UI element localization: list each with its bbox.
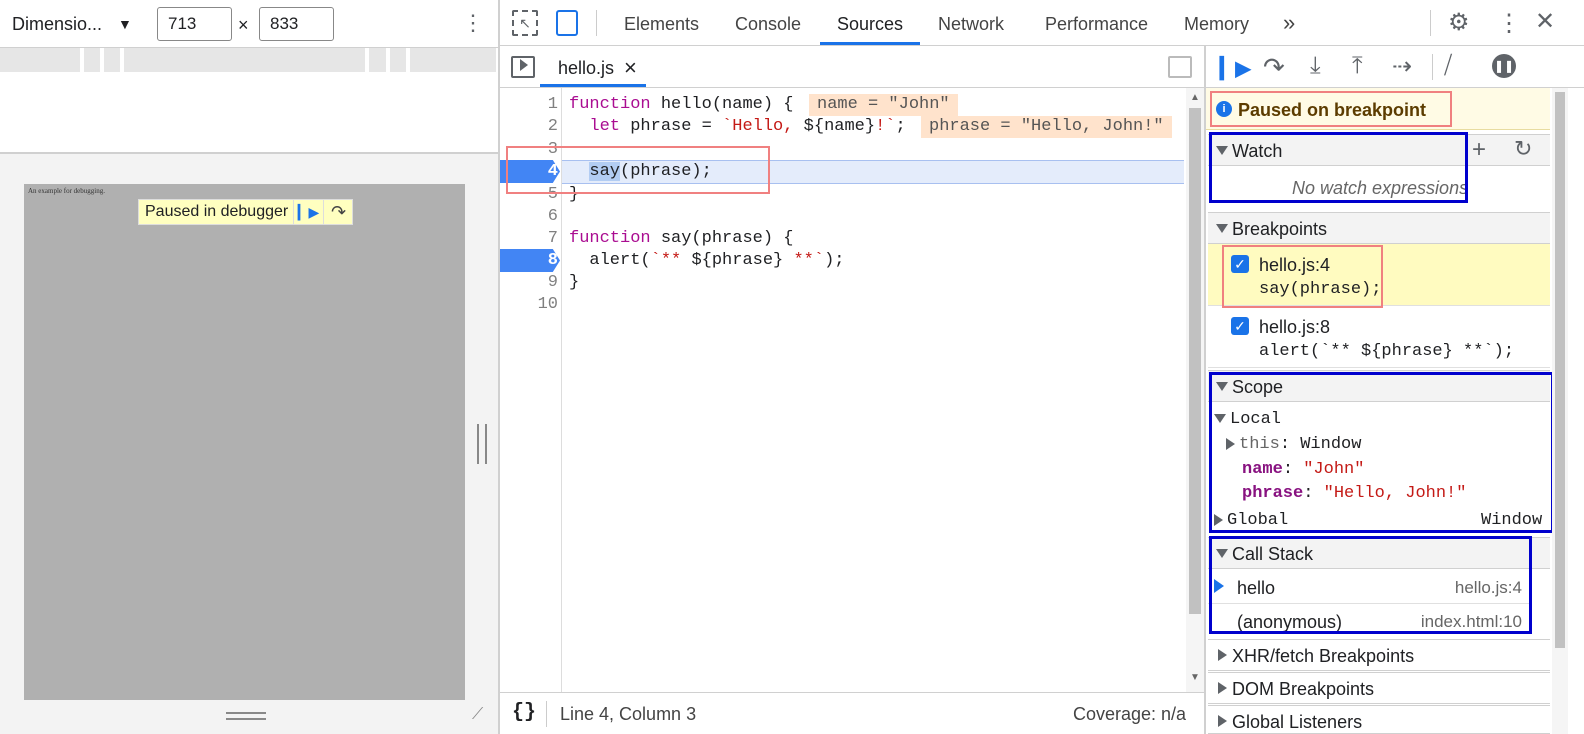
code-line-2[interactable]: let phrase = `Hello, ${name}!`;: [569, 117, 905, 136]
annotation-highlight-paused: [1210, 91, 1452, 127]
annotation-highlight-callstack: [1209, 536, 1532, 634]
annotation-highlight-watch: [1209, 132, 1468, 203]
times-sign: ×: [238, 15, 249, 35]
step-icon[interactable]: ⇢: [1392, 52, 1412, 81]
code-line-9[interactable]: }: [569, 273, 579, 292]
line-number: 10: [537, 295, 558, 314]
collapse-icon: [1218, 682, 1227, 694]
collapse-icon: [1218, 649, 1227, 661]
device-toggle-icon[interactable]: [556, 10, 578, 36]
step-over-icon[interactable]: ↷: [1263, 52, 1285, 83]
line-number: 2: [547, 117, 558, 136]
line-number: 1: [547, 95, 558, 114]
editor-tabbar: hello.js ×: [500, 46, 1206, 88]
tab-network[interactable]: Network: [938, 14, 1004, 35]
device-toolbar: Dimensio... ▼ 713 × 833 ⋮: [0, 0, 498, 48]
editor-scrollbar-thumb[interactable]: [1189, 108, 1201, 614]
breakpoint-file: hello.js:8: [1259, 317, 1331, 337]
resize-handle-right[interactable]: [477, 424, 487, 464]
tab-memory[interactable]: Memory: [1184, 14, 1249, 35]
close-devtools-icon[interactable]: ✕: [1535, 7, 1555, 36]
line-number: 8: [547, 251, 558, 270]
file-tab-hello-js[interactable]: hello.js: [558, 58, 614, 79]
customize-menu-icon[interactable]: ⋮: [1497, 9, 1521, 38]
refresh-watch-icon[interactable]: ↻: [1514, 136, 1532, 162]
inspect-element-icon[interactable]: ↖: [512, 10, 538, 36]
breakpoint-item[interactable]: ✓ hello.js:8 alert(`** ${phrase} **`);: [1208, 306, 1550, 368]
tab-performance[interactable]: Performance: [1045, 14, 1148, 35]
resume-icon[interactable]: ▎▶: [1220, 56, 1251, 81]
pretty-print-icon[interactable]: {}: [512, 701, 536, 724]
chevron-down-icon[interactable]: ▼: [118, 16, 132, 32]
step-out-icon[interactable]: ⤒: [1352, 52, 1363, 80]
breakpoint-checkbox[interactable]: ✓: [1231, 317, 1249, 335]
cursor-position: Line 4, Column 3: [560, 704, 697, 724]
add-watch-icon[interactable]: +: [1472, 136, 1486, 164]
resize-handle-bottom[interactable]: [226, 712, 266, 720]
line-number: 7: [547, 229, 558, 248]
tab-sources[interactable]: Sources: [837, 14, 903, 35]
annotation-highlight-line-4: [506, 146, 770, 194]
tab-elements[interactable]: Elements: [624, 14, 699, 35]
line-number: 9: [547, 273, 558, 292]
coverage-status: Coverage: n/a: [1073, 704, 1187, 724]
paused-overlay-label: Paused in debugger: [145, 203, 289, 220]
pause-on-exceptions-icon[interactable]: ❚❚: [1492, 54, 1516, 78]
more-options-icon[interactable]: ⋮: [462, 10, 484, 36]
page-text: An example for debugging.: [28, 187, 105, 195]
code-line-8[interactable]: alert(`** ${phrase} **`);: [569, 251, 844, 270]
toggle-debugger-icon[interactable]: [1168, 56, 1192, 78]
breakpoints-section-header[interactable]: Breakpoints: [1208, 212, 1550, 244]
active-tab-indicator: [820, 42, 920, 45]
editor-scrollbar[interactable]: ▲ ▼: [1186, 88, 1204, 692]
line-number: 6: [547, 207, 558, 226]
code-line-7[interactable]: function say(phrase) {: [569, 229, 793, 248]
resize-corner-icon[interactable]: ⟋: [472, 706, 492, 726]
inline-value-phrase: phrase = "Hello, John!": [921, 116, 1172, 138]
editor-statusbar: {} Line 4, Column 3 Coverage: n/a: [500, 692, 1206, 734]
resume-icon[interactable]: ▎▶: [293, 200, 323, 224]
emulated-page[interactable]: An example for debugging.: [24, 184, 465, 700]
expand-icon: [1216, 224, 1228, 233]
file-tab-underline: [540, 84, 646, 87]
collapse-icon: [1218, 715, 1227, 727]
xhr-breakpoints-section-header[interactable]: XHR/fetch Breakpoints: [1208, 639, 1550, 671]
breakpoint-code: alert(`** ${phrase} **`);: [1259, 342, 1515, 361]
height-input[interactable]: 833: [259, 7, 334, 41]
editor-debugger-divider[interactable]: [1204, 46, 1206, 734]
step-into-icon[interactable]: ⤓: [1310, 52, 1321, 80]
sidebar-scrollbar[interactable]: [1552, 88, 1568, 734]
dom-breakpoints-section-header[interactable]: DOM Breakpoints: [1208, 672, 1550, 704]
step-over-icon[interactable]: ↷: [323, 200, 353, 224]
tab-console[interactable]: Console: [735, 14, 801, 35]
debugger-toolbar: ▎▶ ↷ ⤓ ⤒ ⇢ ⧸ ❚❚: [1206, 46, 1584, 88]
media-query-bar[interactable]: [0, 48, 496, 72]
deactivate-breakpoints-icon[interactable]: ⧸: [1444, 52, 1452, 80]
settings-gear-icon[interactable]: ⚙: [1448, 8, 1470, 37]
code-line-1[interactable]: function hello(name) {: [569, 95, 793, 114]
annotation-highlight-scope: [1209, 372, 1554, 533]
close-file-tab-icon[interactable]: ×: [624, 55, 637, 81]
inline-value-name: name = "John": [809, 94, 958, 116]
width-input[interactable]: 713: [157, 7, 232, 41]
sidebar-scrollbar-thumb[interactable]: [1555, 92, 1565, 648]
dimensions-dropdown[interactable]: Dimensio...: [12, 14, 102, 35]
annotation-highlight-breakpoint: [1222, 245, 1383, 308]
more-tabs-icon[interactable]: »: [1283, 10, 1295, 36]
global-listeners-section-header[interactable]: Global Listeners: [1208, 705, 1550, 734]
paused-overlay: Paused in debugger ▎▶ ↷: [138, 199, 353, 225]
